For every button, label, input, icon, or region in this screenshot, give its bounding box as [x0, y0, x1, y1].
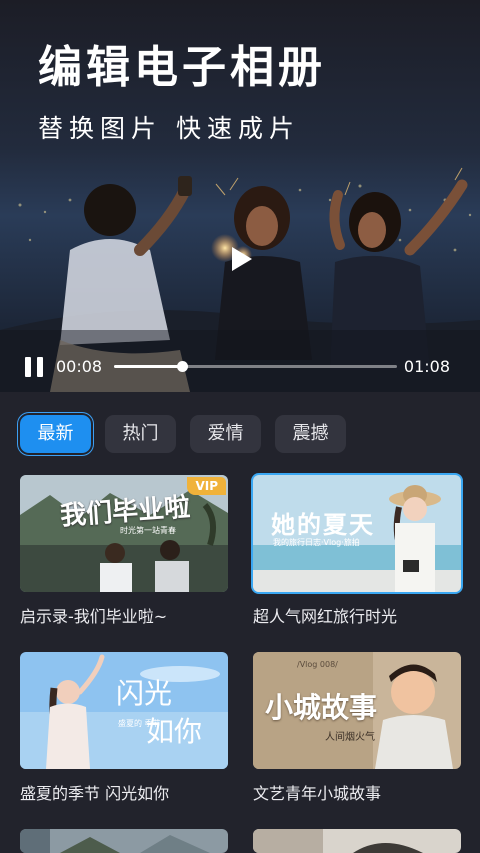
thumbnail-title: 她的夏天 [271, 510, 375, 539]
hero-subtitle: 替换图片 快速成片 [38, 114, 300, 143]
thumbnail-title-line2: 如你 [146, 715, 203, 748]
template-thumbnail[interactable] [20, 829, 228, 853]
template-card-partial[interactable] [253, 829, 461, 853]
progress-slider[interactable] [114, 361, 397, 372]
thumbnail-image [253, 829, 461, 853]
template-title: 启示录-我们毕业啦~ [20, 607, 168, 626]
thumbnail-subtitle: 时光第一站青春 [120, 526, 176, 535]
thumbnail-tag: /Vlog 008/ [297, 660, 338, 669]
template-title: 文艺青年小城故事 [253, 784, 382, 803]
progress-thumb[interactable] [176, 361, 188, 372]
template-title: 超人气网红旅行时光 [253, 607, 398, 626]
thumbnail-subtitle: 人间烟火气 [325, 732, 375, 743]
thumbnail-title-line1: 闪光 [116, 677, 173, 710]
template-title: 盛夏的季节 闪光如你 [20, 784, 170, 803]
tab-latest[interactable]: 最新 [20, 415, 91, 453]
thumbnail-image [20, 829, 228, 853]
category-tabs: 最新 热门 爱情 震撼 [20, 415, 346, 453]
pause-icon[interactable] [24, 357, 44, 377]
play-icon[interactable] [226, 244, 256, 274]
current-time: 00:08 [56, 357, 103, 376]
template-thumbnail[interactable]: 她的夏天 我的旅行日志·Vlog·旅拍 [251, 473, 463, 594]
template-card[interactable]: 我们毕业啦 时光第一站青春 VIP 启示录-我们毕业啦~ [20, 475, 228, 628]
template-card[interactable]: 闪光 如你 盛夏的 季节 盛夏的季节 闪光如你 [20, 652, 228, 805]
vip-badge: VIP [187, 477, 226, 495]
thumbnail-title: 小城故事 [265, 691, 378, 724]
template-thumbnail[interactable]: 我们毕业啦 时光第一站青春 VIP [20, 475, 228, 592]
hero-banner: 编辑电子相册 替换图片 快速成片 00:08 01:08 [0, 0, 480, 392]
total-time: 01:08 [403, 357, 450, 376]
tab-epic[interactable]: 震撼 [275, 415, 346, 453]
template-thumbnail[interactable]: 闪光 如你 盛夏的 季节 [20, 652, 228, 769]
progress-fill [114, 365, 182, 368]
template-card[interactable]: /Vlog 008/ 小城故事 人间烟火气 文艺青年小城故事 [253, 652, 461, 805]
template-thumbnail[interactable]: /Vlog 008/ 小城故事 人间烟火气 [253, 652, 461, 769]
thumbnail-subtitle: 我的旅行日志·Vlog·旅拍 [273, 538, 360, 547]
thumbnail-subtitle: 盛夏的 季节 [118, 719, 161, 728]
tab-love[interactable]: 爱情 [190, 415, 261, 453]
video-controls: 00:08 01:08 [0, 348, 480, 384]
tab-hot[interactable]: 热门 [105, 415, 176, 453]
template-card-partial[interactable] [20, 829, 228, 853]
hero-title: 编辑电子相册 [38, 42, 326, 93]
template-thumbnail[interactable] [253, 829, 461, 853]
template-card[interactable]: 她的夏天 我的旅行日志·Vlog·旅拍 超人气网红旅行时光 [251, 473, 463, 628]
